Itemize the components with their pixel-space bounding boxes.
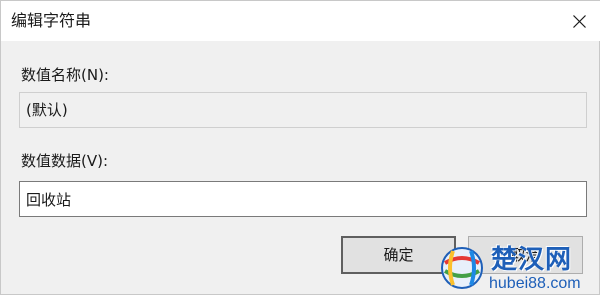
watermark: 楚汉网 hubei88.com (439, 243, 599, 295)
value-name-label: 数值名称(N): (21, 66, 109, 84)
close-icon (573, 15, 586, 28)
window-title: 编辑字符串 (11, 11, 92, 30)
edit-string-dialog: 编辑字符串 数值名称(N): (默认) 数值数据(V): 确定 取消 楚汉网 h… (0, 0, 600, 295)
title-bar[interactable]: 编辑字符串 (1, 1, 600, 41)
close-button[interactable] (557, 1, 600, 41)
value-data-input[interactable] (19, 181, 587, 217)
watermark-site-name: 楚汉网 (491, 245, 573, 275)
watermark-url: hubei88.com (489, 275, 581, 292)
globe-logo-icon (441, 247, 483, 289)
value-data-label: 数值数据(V): (21, 152, 109, 170)
value-name-field[interactable]: (默认) (19, 92, 587, 128)
